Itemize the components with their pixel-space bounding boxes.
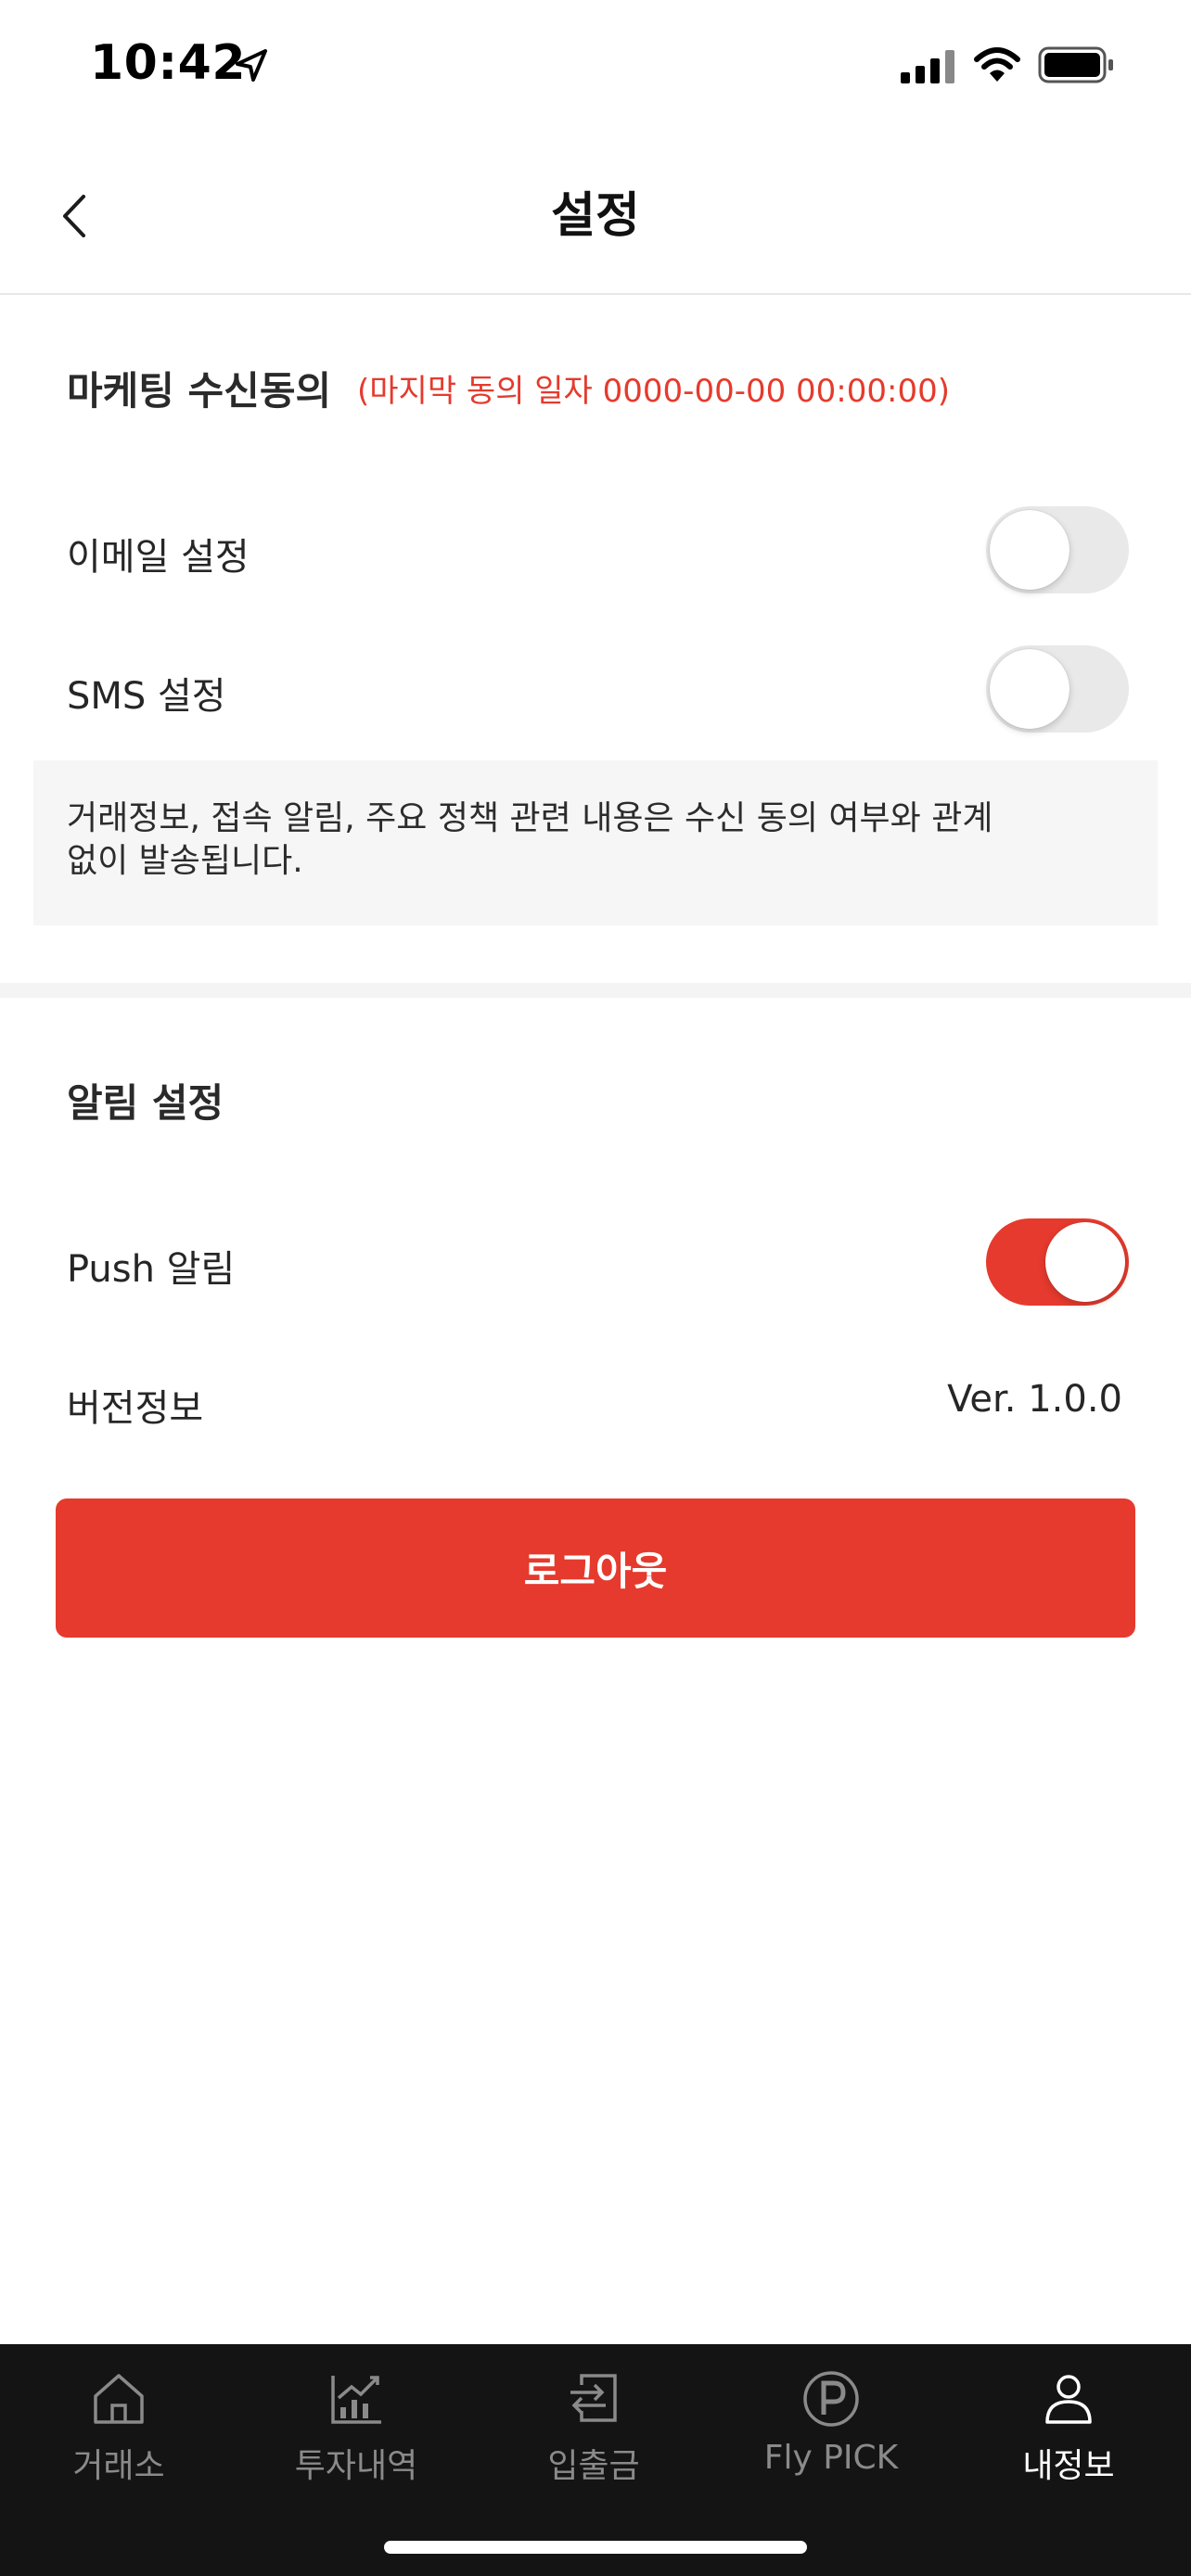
toggle-knob (990, 649, 1069, 729)
p-circle-icon (803, 2371, 859, 2427)
battery-icon (1038, 46, 1113, 83)
nav-item-label: 거래소 (72, 2447, 165, 2485)
status-time: 10:42 (90, 35, 247, 91)
sms-setting-label: SMS 설정 (67, 675, 226, 718)
wifi-icon (974, 47, 1020, 82)
notification-section-title: 알림 설정 (67, 1080, 224, 1126)
home-indicator[interactable] (384, 2541, 807, 2554)
last-consent-date: (마지막 동의 일자 0000-00-00 00:00:00) (357, 373, 951, 410)
push-notification-label: Push 알림 (67, 1248, 236, 1291)
push-notification-toggle[interactable] (986, 1218, 1129, 1306)
marketing-notice-box: 거래정보, 접속 알림, 주요 정책 관련 내용은 수신 동의 여부와 관계없이… (33, 760, 1158, 925)
nav-item-label: Fly PICK (763, 2439, 899, 2477)
nav-item-investments[interactable]: 투자내역 (237, 2344, 475, 2502)
email-setting-label: 이메일 설정 (67, 536, 250, 579)
nav-item-exchange[interactable]: 거래소 (0, 2344, 237, 2502)
toggle-knob (1045, 1222, 1125, 1302)
version-info-label: 버전정보 (67, 1387, 204, 1430)
header-divider (0, 293, 1191, 295)
cellular-signal-icon (901, 50, 954, 83)
version-value: Ver. 1.0.0 (947, 1378, 1122, 1421)
nav-item-my-info[interactable]: 내정보 (950, 2344, 1187, 2502)
home-icon (94, 2374, 144, 2424)
location-arrow-icon (236, 49, 267, 82)
transfer-icon (570, 2374, 617, 2422)
nav-item-label: 입출금 (547, 2447, 640, 2485)
nav-item-label: 투자내역 (294, 2447, 418, 2485)
nav-item-fly-pick[interactable]: Fly PICK (712, 2344, 950, 2502)
email-setting-toggle[interactable] (986, 506, 1129, 593)
nav-item-deposit-withdraw[interactable]: 입출금 (475, 2344, 712, 2502)
section-divider (0, 983, 1191, 998)
toggle-knob (990, 510, 1069, 590)
page-title: 설정 (551, 188, 640, 244)
nav-item-label: 내정보 (1022, 2447, 1115, 2485)
marketing-notice-text: 거래정보, 접속 알림, 주요 정책 관련 내용은 수신 동의 여부와 관계없이… (67, 799, 993, 880)
person-icon (1045, 2375, 1092, 2424)
logout-button-label: 로그아웃 (523, 1548, 668, 1594)
chart-icon (331, 2376, 381, 2424)
logout-button[interactable]: 로그아웃 (56, 1498, 1135, 1638)
marketing-section-title: 마케팅 수신동의 (67, 368, 332, 414)
sms-setting-toggle[interactable] (986, 645, 1129, 733)
